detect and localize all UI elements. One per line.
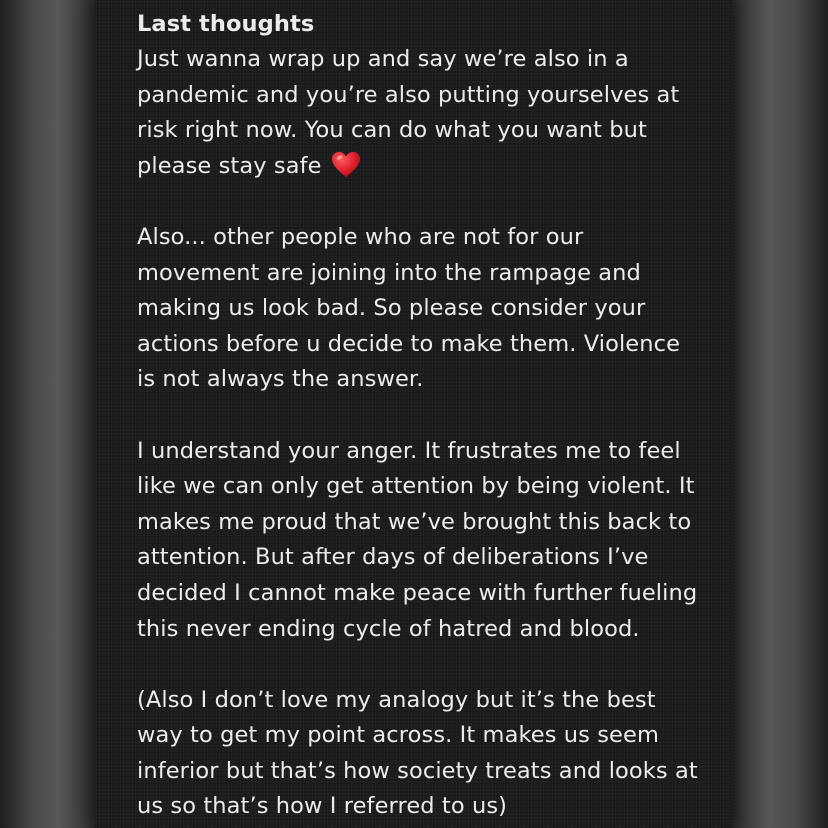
note-title: Last thoughts xyxy=(137,11,315,37)
note-paragraph-4: (Also I don’t love my analogy but it’s t… xyxy=(137,686,698,820)
note-content: Last thoughts Just wanna wrap up and say… xyxy=(137,6,717,825)
note-panel: Last thoughts Just wanna wrap up and say… xyxy=(95,0,733,828)
red-heart-icon xyxy=(331,151,360,177)
note-paragraph-1-text: Just wanna wrap up and say we’re also in… xyxy=(137,46,680,179)
note-paragraph-2: Also... other people who are not for our… xyxy=(137,223,681,393)
note-paragraph-3: I understand your anger. It frustrates m… xyxy=(137,437,698,642)
screenshot-frame: Last thoughts Just wanna wrap up and say… xyxy=(0,0,828,828)
note-paragraph-1: Just wanna wrap up and say we’re also in… xyxy=(137,42,717,184)
